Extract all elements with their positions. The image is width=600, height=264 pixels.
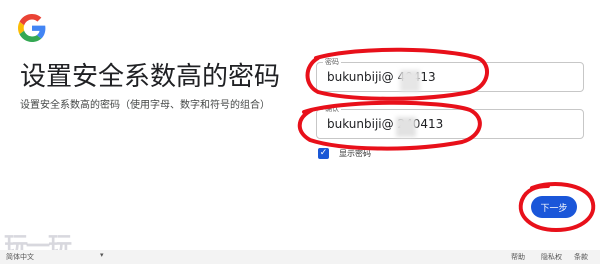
confirm-password-field[interactable]: 确认 bukunbiji@ 240413 <box>316 104 584 139</box>
show-password-label: 显示密码 <box>339 148 371 158</box>
check-icon: ✓ <box>319 147 328 158</box>
footer-link-privacy[interactable]: 隐私权 <box>541 252 562 262</box>
language-selector[interactable]: 简体中文 <box>6 252 34 262</box>
password-field-label: 密码 <box>323 57 341 67</box>
footer-link-terms[interactable]: 条款 <box>574 252 588 262</box>
redaction-blur <box>396 117 416 137</box>
show-password-row[interactable]: ✓ 显示密码 <box>318 146 371 160</box>
footer-link-help[interactable]: 帮助 <box>511 252 525 262</box>
page-title: 设置安全系数高的密码 <box>20 62 281 92</box>
footer-bar <box>0 250 600 264</box>
confirm-field-label: 确认 <box>323 104 341 114</box>
redaction-blur <box>400 70 420 92</box>
next-button[interactable]: 下一步 <box>531 196 577 218</box>
show-password-checkbox[interactable]: ✓ <box>318 147 329 159</box>
google-logo-icon <box>18 14 46 42</box>
page-subtitle: 设置安全系数高的密码（使用字母、数字和符号的组合） <box>20 100 270 111</box>
password-field[interactable]: 密码 bukunbiji@ 40413 <box>316 57 584 92</box>
confirm-field-value: bukunbiji@ 240413 <box>327 117 444 131</box>
caret-down-icon[interactable]: ▾ <box>100 251 104 259</box>
